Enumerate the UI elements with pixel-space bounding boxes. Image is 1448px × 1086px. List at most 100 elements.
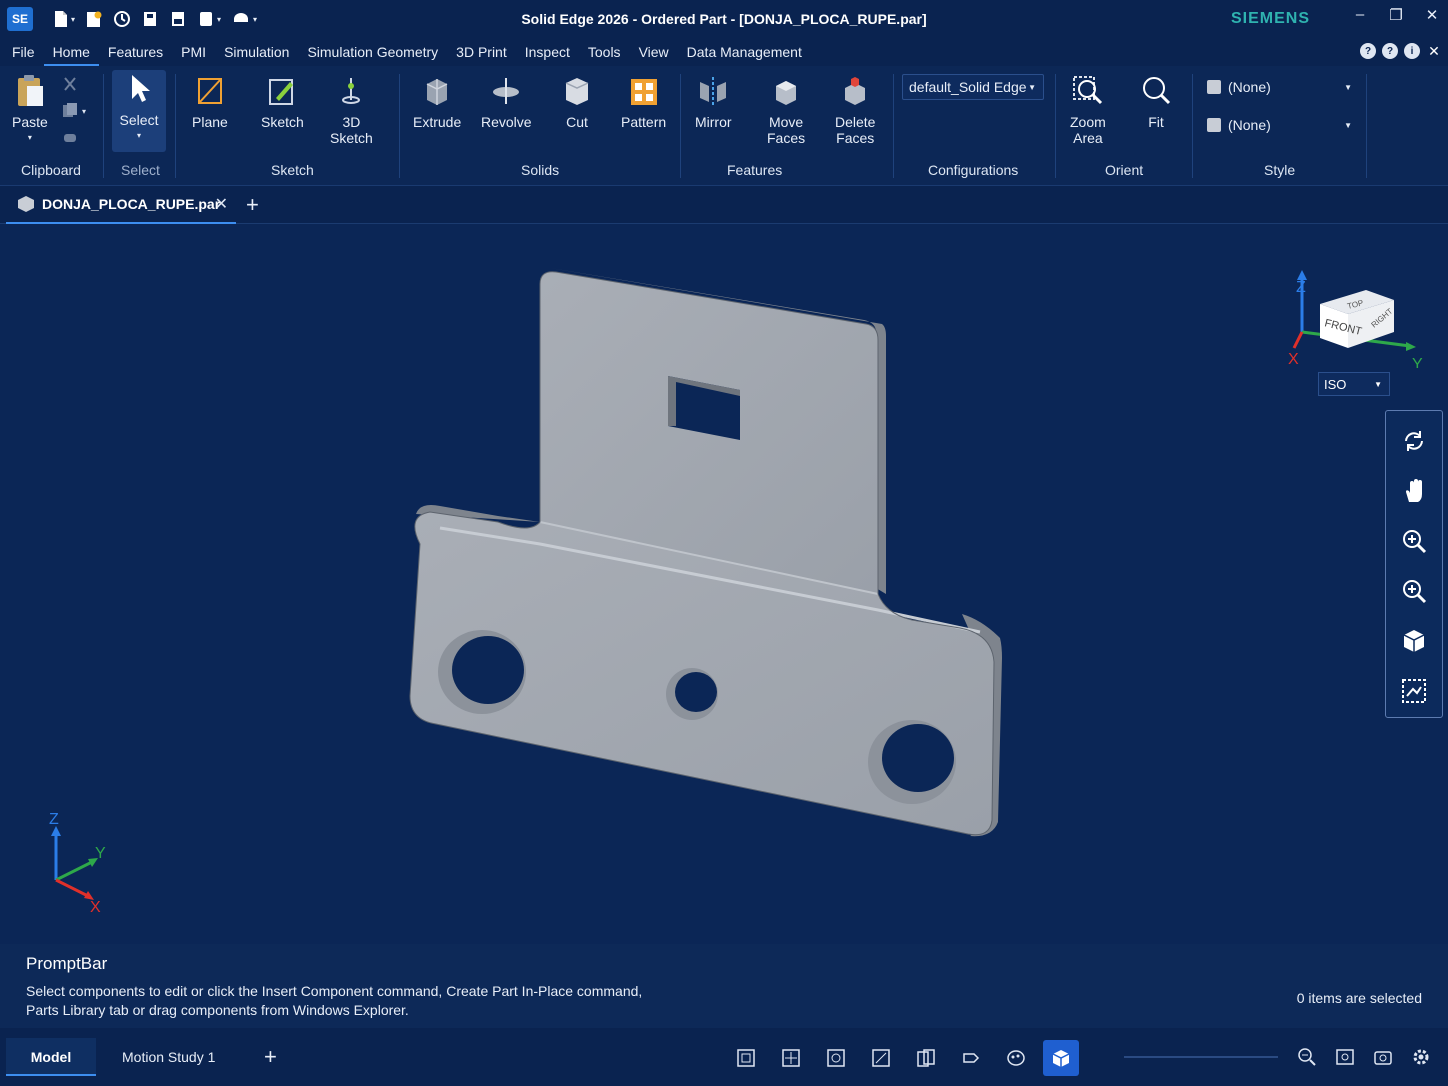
cut-icon [560,72,594,110]
menu-home[interactable]: Home [43,38,99,66]
cut-button[interactable]: Cut [560,72,594,130]
configuration-select[interactable]: default_Solid Edge ▼ [902,74,1044,100]
menu-pmi[interactable]: PMI [172,38,215,66]
menu-3d-print[interactable]: 3D Print [447,38,516,66]
ribbon-close-icon[interactable]: ✕ [1426,43,1442,59]
redo-icon[interactable]: ▾ [231,10,257,28]
3d-sketch-icon [334,72,368,110]
zoom-area-button[interactable]: Zoom Area [1070,72,1106,146]
sketch-icon [265,72,299,110]
save-icon[interactable] [113,10,131,28]
open-icon[interactable] [85,10,103,28]
close-tab-icon[interactable]: ✕ [215,194,228,214]
fit-button[interactable]: Fit [1139,72,1173,130]
undo-icon[interactable]: ▾ [197,10,221,28]
style-select-1[interactable]: (None) ▼ [1200,74,1360,100]
mirror-button[interactable]: Mirror [695,72,732,130]
new-icon[interactable]: ▾ [53,10,75,28]
view-cube[interactable]: Z Y X TOP FRONT RIGHT [1282,248,1432,368]
menu-simulation[interactable]: Simulation [215,38,298,66]
sketch-button[interactable]: Sketch [261,72,304,130]
zoom-icon[interactable] [1394,571,1434,611]
zoom-area-status-icon[interactable] [1294,1042,1320,1072]
window-controls: – ❐ ✕ [1352,6,1440,24]
pattern-button[interactable]: Pattern [621,72,666,130]
help-icons: ? ? i ✕ [1360,43,1442,59]
copy-icon[interactable]: ▾ [62,102,92,123]
tab-model[interactable]: Model [6,1038,96,1076]
close-button[interactable]: ✕ [1424,6,1440,24]
shaded-icon[interactable] [863,1040,899,1076]
document-tab-label: DONJA_PLOCA_RUPE.par [42,196,221,212]
svg-text:▾: ▾ [82,107,86,116]
menu-file[interactable]: File [0,38,44,66]
pan-icon[interactable] [1394,471,1434,511]
graphics-viewport[interactable]: Z Y X TOP FRONT RIGHT ISO ▼ Z Y X [0,224,1448,944]
zoom-in-icon[interactable] [1394,521,1434,561]
view-tools [1294,1042,1434,1072]
extrude-button[interactable]: Extrude [413,72,461,130]
plane-button[interactable]: Plane [192,72,228,130]
group-clipboard: Clipboard [21,162,81,178]
shaded-edges-icon[interactable] [908,1040,944,1076]
delete-faces-icon [838,72,872,110]
paste-button[interactable]: Paste ▾ [12,72,48,146]
app-logo[interactable]: SE [7,7,33,31]
3d-sketch-button[interactable]: 3D Sketch [330,72,373,146]
save-as-icon[interactable] [141,10,159,28]
menu-features[interactable]: Features [99,38,172,66]
info-icon[interactable]: i [1404,43,1420,59]
settings-icon[interactable] [1408,1042,1434,1072]
group-configurations: Configurations [928,162,1019,178]
menu-view[interactable]: View [630,38,678,66]
select-button[interactable]: Select ▾ [112,70,166,152]
help-icon[interactable]: ? [1360,43,1376,59]
camera-icon[interactable] [1370,1042,1396,1072]
zoom-slider[interactable] [1124,1056,1278,1058]
z-axis-label: Z [1296,279,1306,296]
cut-clip-icon[interactable] [62,76,78,97]
menu-simulation-geometry[interactable]: Simulation Geometry [298,38,447,66]
plane-icon [193,72,227,110]
revolve-button[interactable]: Revolve [481,72,532,130]
style-select-2[interactable]: (None) ▼ [1200,112,1360,138]
tab-motion-study[interactable]: Motion Study 1 [100,1038,237,1076]
document-tab[interactable]: DONJA_PLOCA_RUPE.par ✕ [6,186,236,224]
sketch-view-icon[interactable] [1394,671,1434,711]
move-faces-button[interactable]: Move Faces [767,72,805,146]
restore-button[interactable]: ❐ [1388,6,1404,24]
menu-data-management[interactable]: Data Management [678,38,811,66]
group-select: Select [121,162,160,178]
community-icon[interactable]: ? [1382,43,1398,59]
fit-status-icon[interactable] [1332,1042,1358,1072]
prompt-message: Select components to edit or click the I… [26,983,643,1018]
zoom-area-icon [1071,72,1105,110]
triad-y-label: Y [95,845,106,862]
menu-tools[interactable]: Tools [579,38,630,66]
delete-faces-button[interactable]: Delete Faces [835,72,875,146]
section-view-icon[interactable] [953,1040,989,1076]
y-axis-label: Y [1412,356,1423,368]
menu-inspect[interactable]: Inspect [516,38,579,66]
add-tab-button[interactable]: + [246,192,259,218]
shaded-part-icon[interactable] [1043,1040,1079,1076]
add-study-button[interactable]: + [264,1044,277,1070]
rotate-icon[interactable] [1394,421,1434,461]
view-cube-icon[interactable] [1394,621,1434,661]
pointer-icon [122,70,156,108]
view-style-toolbar [728,1040,1079,1076]
visible-edges-icon[interactable] [773,1040,809,1076]
move-faces-icon [769,72,803,110]
minimize-button[interactable]: – [1352,6,1368,24]
part-model[interactable] [380,254,1030,854]
wireframe-icon[interactable] [728,1040,764,1076]
view-orientation-select[interactable]: ISO ▼ [1318,372,1390,396]
x-axis-label: X [1288,351,1299,368]
display-options-icon[interactable] [998,1040,1034,1076]
format-painter-icon[interactable] [62,130,78,151]
triad-z-label: Z [49,811,59,828]
document-tab-bar: DONJA_PLOCA_RUPE.par ✕ + [0,186,1448,224]
print-icon[interactable] [169,10,187,28]
menu-bar: File Home Features PMI Simulation Simula… [0,38,1448,66]
hidden-edges-icon[interactable] [818,1040,854,1076]
